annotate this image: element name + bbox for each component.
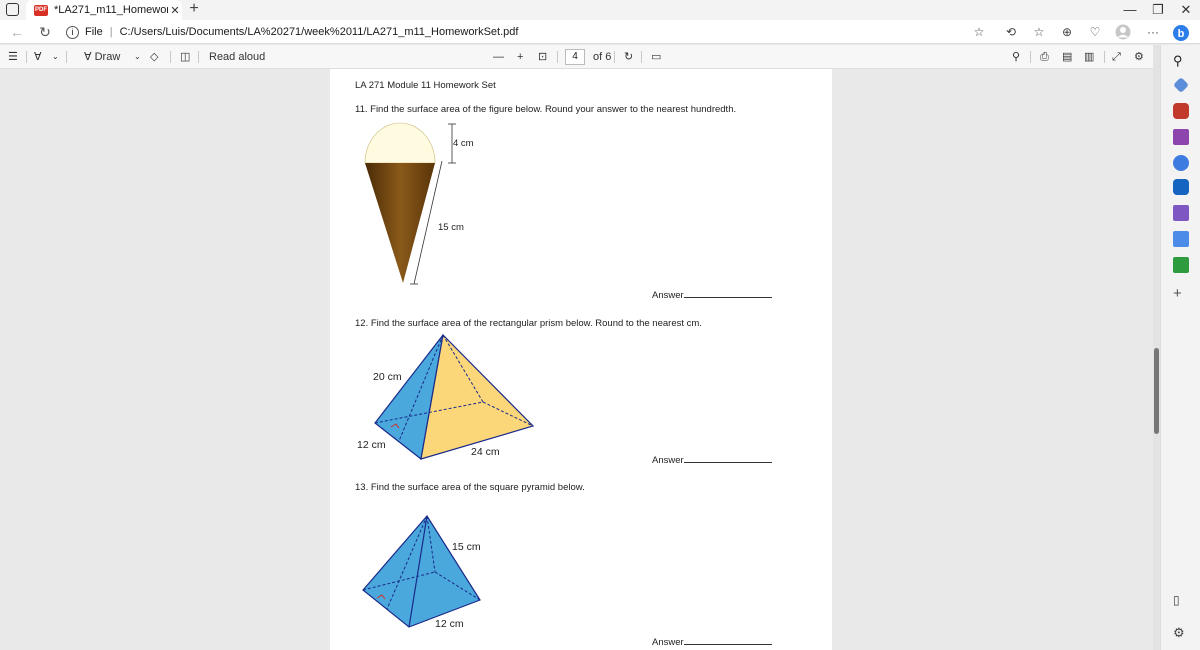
pdf-page: LA 271 Module 11 Homework Set 11. Find t… — [330, 69, 832, 650]
copilot-icon[interactable]: b — [1172, 24, 1190, 41]
rotate-icon[interactable]: ↻ — [624, 49, 633, 65]
divider — [1104, 51, 1105, 63]
url-path: C:/Users/Luis/Documents/LA%20271/week%20… — [119, 26, 519, 38]
url-separator: | — [109, 26, 113, 38]
draw-button[interactable]: ∀ Draw — [84, 49, 120, 65]
square-pyramid-slant-label: 15 cm — [452, 541, 481, 553]
highlight-dropdown-icon[interactable]: ⌄ — [52, 49, 59, 65]
fullscreen-icon[interactable]: ⤢ — [1112, 49, 1121, 65]
collections-icon[interactable]: ⊕ — [1058, 24, 1076, 40]
save-as-icon[interactable]: ▥ — [1084, 49, 1094, 65]
answer-label: Answer — [652, 290, 684, 301]
add-sidebar-app-icon[interactable]: + — [1173, 285, 1182, 302]
divider — [198, 51, 199, 63]
rectangular-pyramid-figure — [374, 333, 535, 461]
question-13: 13. Find the surface area of the square … — [355, 482, 585, 493]
divider — [557, 51, 558, 63]
cone-figure — [364, 122, 456, 285]
fit-page-icon[interactable]: ⊡ — [538, 49, 547, 65]
close-tab-icon[interactable]: ✕ — [168, 4, 182, 17]
favorite-star-icon[interactable]: ☆ — [970, 24, 988, 40]
divider — [66, 51, 67, 63]
cone-radius-label: 4 cm — [453, 138, 474, 149]
tab-homework-pdf[interactable]: PDF *LA271_m11_HomeworkSet.pdf ✕ — [26, 0, 182, 20]
divider — [614, 51, 615, 63]
tools-briefcase-icon[interactable] — [1173, 103, 1189, 119]
url-protocol: File — [85, 26, 103, 38]
page-view-icon[interactable]: ▭ — [651, 49, 661, 65]
cone-height-label: 15 cm — [438, 222, 464, 233]
more-options-icon[interactable]: ··· — [1144, 24, 1162, 40]
answer-label: Answer — [652, 455, 684, 466]
outlook-icon[interactable] — [1173, 179, 1189, 195]
pyramid-length-label: 24 cm — [471, 446, 500, 458]
svg-text:b: b — [1178, 28, 1185, 40]
edge-sidebar: ⚲ + ▯ ⚙ — [1160, 45, 1200, 650]
tab-title: *LA271_m11_HomeworkSet.pdf — [54, 4, 168, 16]
answer-11: Answer — [652, 289, 772, 301]
page-number-input[interactable]: 4 — [565, 49, 585, 65]
microsoft-365-icon[interactable] — [1173, 155, 1189, 171]
answer-11-line — [683, 289, 772, 298]
search-icon[interactable]: ⚲ — [1012, 49, 1020, 65]
square-pyramid-figure — [362, 514, 481, 628]
extension-icon[interactable]: ⟲ — [1002, 24, 1020, 40]
tree-icon[interactable] — [1173, 257, 1189, 273]
close-window-button[interactable]: ✕ — [1172, 0, 1200, 20]
new-tab-button[interactable]: + — [186, 1, 202, 18]
refresh-button[interactable]: ↻ — [36, 24, 54, 40]
minimize-button[interactable]: — — [1116, 0, 1144, 20]
pdf-file-icon: PDF — [34, 4, 48, 16]
save-icon[interactable]: ▤ — [1062, 49, 1072, 65]
pyramid-width-label: 12 cm — [357, 439, 386, 451]
shopping-tag-icon[interactable] — [1173, 77, 1189, 93]
address-field[interactable]: i File | C:/Users/Luis/Documents/LA%2027… — [66, 22, 946, 42]
profile-avatar[interactable] — [1114, 24, 1132, 40]
print-icon[interactable]: ⎙ — [1040, 49, 1049, 65]
divider — [1030, 51, 1031, 63]
back-button[interactable]: ← — [8, 24, 26, 40]
address-bar-row: ← ↻ i File | C:/Users/Luis/Documents/LA%… — [0, 20, 1200, 44]
sidebar-search-icon[interactable]: ⚲ — [1173, 53, 1183, 69]
tab-strip: PDF *LA271_m11_HomeworkSet.pdf ✕ + — ❐ ✕ — [0, 0, 1200, 20]
divider — [641, 51, 642, 63]
zoom-out-button[interactable]: — — [493, 49, 504, 65]
pdf-settings-icon[interactable]: ⚙ — [1134, 49, 1144, 65]
answer-12: Answer — [652, 454, 772, 466]
answer-13-line — [683, 636, 772, 645]
divider — [26, 51, 27, 63]
text-box-icon[interactable]: ◫ — [180, 49, 190, 65]
question-12: 12. Find the surface area of the rectang… — [355, 318, 702, 329]
page-total: of 6 — [593, 51, 612, 63]
info-icon[interactable]: i — [66, 25, 79, 39]
favorites-icon[interactable]: ☆ — [1030, 24, 1048, 40]
zoom-in-button[interactable]: + — [517, 49, 523, 65]
read-aloud-button[interactable]: Read aloud — [209, 49, 265, 65]
tab-actions-icon[interactable] — [6, 3, 19, 16]
draw-label: Draw — [94, 51, 121, 63]
answer-12-line — [683, 454, 772, 463]
eraser-icon[interactable]: ◇ — [150, 49, 158, 65]
sidebar-layout-icon[interactable]: ▯ — [1173, 593, 1180, 607]
drop-icon[interactable] — [1173, 231, 1189, 247]
divider — [170, 51, 171, 63]
scrollbar-thumb[interactable] — [1154, 348, 1159, 434]
question-11: 11. Find the surface area of the figure … — [355, 104, 737, 115]
answer-13: Answer — [652, 636, 772, 648]
highlight-icon[interactable]: ∀ — [34, 49, 42, 65]
square-pyramid-base-label: 12 cm — [435, 618, 464, 630]
vertical-scrollbar[interactable] — [1153, 45, 1160, 650]
pyramid-slant-label: 20 cm — [373, 371, 402, 383]
designer-icon[interactable] — [1173, 205, 1189, 221]
browser-essentials-icon[interactable]: ♡ — [1086, 24, 1104, 40]
games-icon[interactable] — [1173, 129, 1189, 145]
draw-dropdown-icon[interactable]: ⌄ — [134, 49, 141, 65]
contents-icon[interactable]: ☰ — [8, 49, 18, 65]
sidebar-settings-icon[interactable]: ⚙ — [1173, 625, 1185, 641]
answer-label: Answer — [652, 637, 684, 648]
document-header: LA 271 Module 11 Homework Set — [355, 80, 496, 91]
restore-button[interactable]: ❐ — [1144, 0, 1172, 20]
pdf-toolbar: ☰ ∀ ⌄ ∀ Draw ⌄ ◇ ◫ Read aloud — + ⊡ 4 of… — [0, 45, 1160, 69]
